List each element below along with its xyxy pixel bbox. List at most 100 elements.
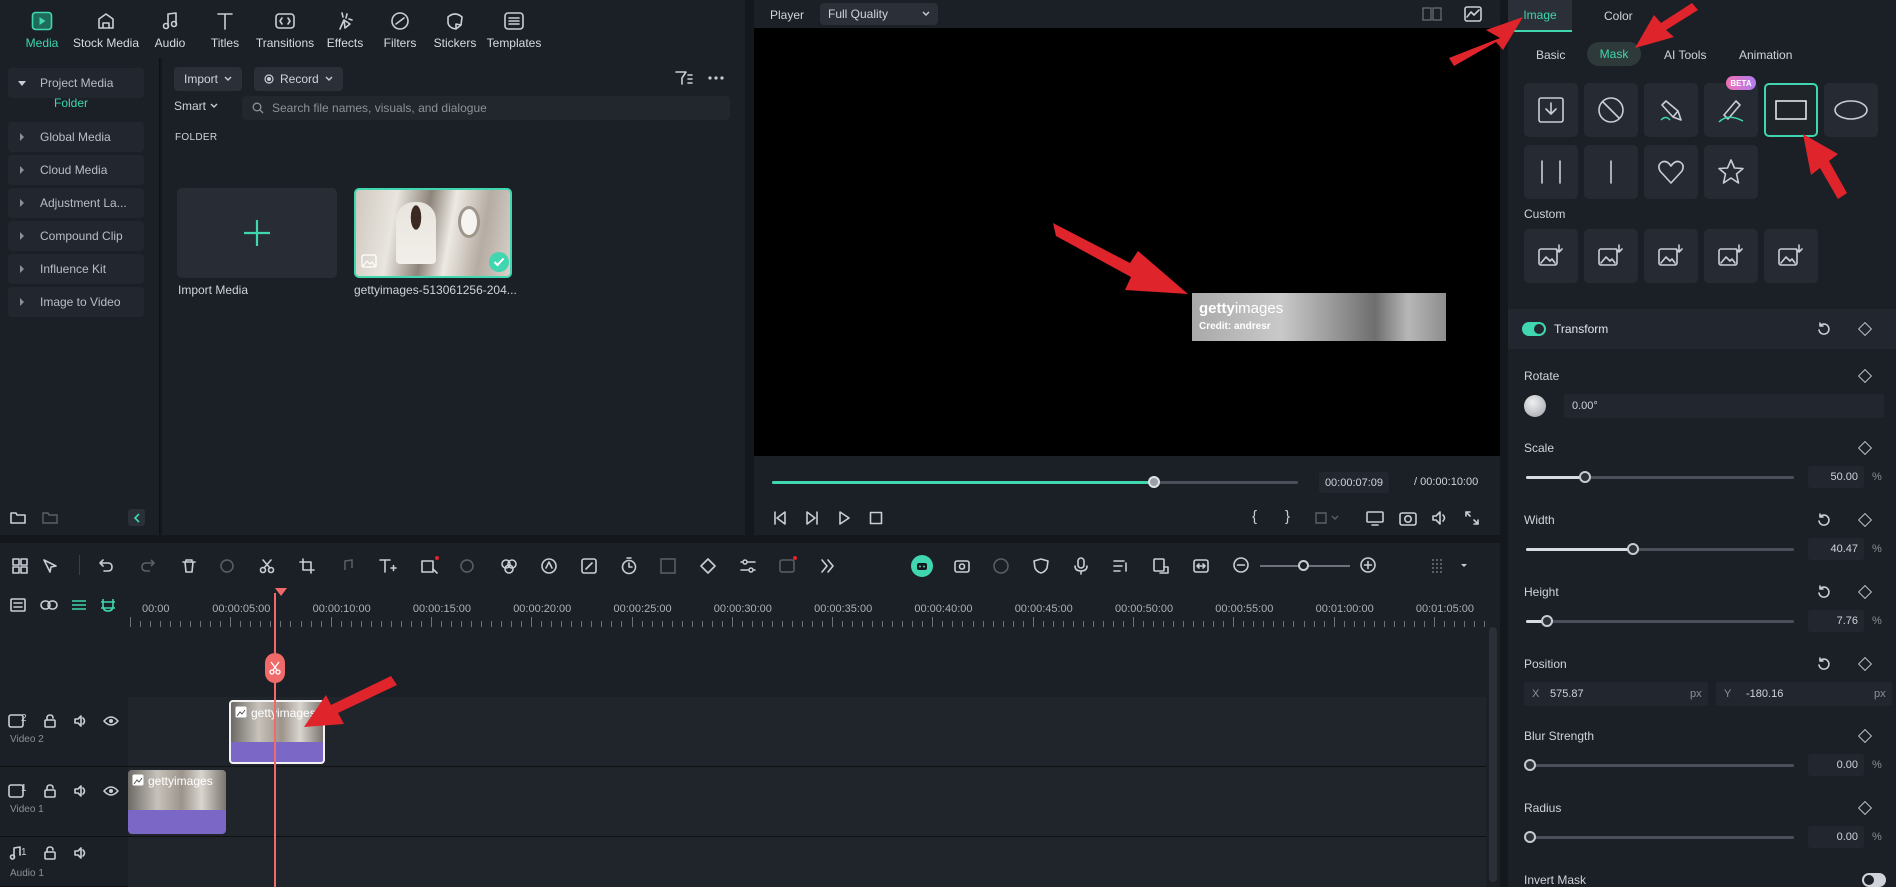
keyframe-icon[interactable] xyxy=(1857,440,1873,456)
mask-ellipse-button[interactable] xyxy=(1824,83,1878,137)
filter-icon[interactable] xyxy=(675,70,693,86)
zoom-in-icon[interactable] xyxy=(1360,557,1376,573)
scale-input[interactable]: 50.00 xyxy=(1808,466,1864,488)
media-thumbnail[interactable] xyxy=(354,188,512,278)
microphone-icon[interactable] xyxy=(1073,557,1089,575)
height-input[interactable]: 7.76 xyxy=(1808,610,1864,632)
sidebar-item-global-media[interactable]: Global Media xyxy=(8,122,144,152)
slider-knob[interactable] xyxy=(1524,831,1536,843)
zoom-slider[interactable] xyxy=(1260,560,1350,571)
speaker-icon[interactable] xyxy=(73,846,87,860)
folder-icon[interactable] xyxy=(42,510,58,524)
sidebar-item-image-to-video[interactable]: Image to Video xyxy=(8,287,144,317)
track-lane-video-2[interactable] xyxy=(128,697,1486,767)
progress-knob[interactable] xyxy=(1148,476,1161,488)
more-tools-icon[interactable] xyxy=(820,558,836,574)
blur-slider[interactable] xyxy=(1524,759,1794,771)
blur-input[interactable]: 0.00 xyxy=(1808,754,1864,776)
invert-mask-toggle[interactable] xyxy=(1862,873,1886,887)
keyframe-icon[interactable] xyxy=(1857,368,1873,384)
shape-tool-icon[interactable] xyxy=(420,556,440,574)
sidebar-item-project-media[interactable]: Project Media xyxy=(8,68,144,98)
clip-video-2[interactable]: gettyimages xyxy=(229,700,325,764)
slider-knob[interactable] xyxy=(1540,615,1553,627)
custom-mask-slot[interactable] xyxy=(1644,229,1698,283)
color-match-icon[interactable] xyxy=(500,558,518,574)
mask-pen-button[interactable] xyxy=(1644,83,1698,137)
auto-ripple-button[interactable] xyxy=(911,555,933,577)
sidebar-item-compound-clip[interactable]: Compound Clip xyxy=(8,221,144,251)
playback-progress[interactable] xyxy=(772,476,1298,488)
subtab-mask[interactable]: Mask xyxy=(1587,42,1641,66)
zoom-knob[interactable] xyxy=(1298,560,1309,571)
slider-knob[interactable] xyxy=(1627,543,1640,555)
mark-out-icon[interactable]: } xyxy=(1285,508,1290,525)
track-lane-video-1[interactable] xyxy=(128,767,1486,837)
fullscreen-icon[interactable] xyxy=(1464,510,1480,526)
reset-icon[interactable] xyxy=(1817,513,1831,527)
keyframe-icon[interactable] xyxy=(1857,656,1873,672)
keyframe-icon[interactable] xyxy=(1857,584,1873,600)
timeline-scrollbar[interactable] xyxy=(1489,627,1497,882)
subtab-ai-tools[interactable]: AI Tools xyxy=(1664,48,1706,62)
lock-icon[interactable] xyxy=(43,846,57,860)
magnet-icon[interactable] xyxy=(100,597,116,613)
tab-templates[interactable]: Templates xyxy=(479,10,549,50)
eye-icon[interactable] xyxy=(103,785,119,797)
lock-icon[interactable] xyxy=(43,714,57,728)
width-slider[interactable] xyxy=(1526,543,1794,555)
mask-heart-button[interactable] xyxy=(1644,145,1698,199)
import-dropdown[interactable]: Import xyxy=(174,67,243,91)
keyframe-tool-icon[interactable] xyxy=(699,557,717,575)
add-track-icon[interactable] xyxy=(10,598,26,612)
custom-mask-slot[interactable] xyxy=(1764,229,1818,283)
slider-knob[interactable] xyxy=(1578,471,1591,483)
more-options-icon[interactable] xyxy=(707,70,725,86)
custom-mask-slot[interactable] xyxy=(1704,229,1758,283)
snapshot-icon[interactable] xyxy=(1399,510,1417,526)
subtab-animation[interactable]: Animation xyxy=(1739,48,1792,62)
snap-icon[interactable] xyxy=(1152,557,1170,575)
crop-icon[interactable] xyxy=(299,558,315,574)
sidebar-item-adjustment-layer[interactable]: Adjustment La... xyxy=(8,188,144,218)
fit-timeline-icon[interactable] xyxy=(1192,557,1210,575)
eye-icon[interactable] xyxy=(103,715,119,727)
mask-import-button[interactable] xyxy=(1524,83,1578,137)
tab-image[interactable]: Image xyxy=(1508,0,1572,32)
timeline-ruler[interactable]: 00:00 00:00:05:00 00:00:10:00 00:00:15:00 00… xyxy=(128,587,1488,627)
track-lane-audio-1[interactable] xyxy=(128,837,1486,887)
reset-icon[interactable] xyxy=(1817,322,1831,336)
rotate-input[interactable]: 0.00° xyxy=(1564,394,1884,418)
mask-rectangle-button[interactable] xyxy=(1764,83,1818,137)
smart-dropdown[interactable]: Smart xyxy=(174,99,218,113)
stop-icon[interactable] xyxy=(868,510,884,526)
mask-single-line-button[interactable] xyxy=(1584,145,1638,199)
speaker-icon[interactable] xyxy=(73,714,87,728)
ai-tool-icon[interactable] xyxy=(580,557,598,575)
delete-icon[interactable] xyxy=(181,558,197,574)
chevron-down-icon[interactable] xyxy=(1460,563,1468,569)
text-tool-icon[interactable] xyxy=(379,558,397,574)
timer-icon[interactable] xyxy=(620,557,638,575)
volume-icon[interactable] xyxy=(1431,510,1449,526)
scope-icon[interactable] xyxy=(1464,6,1482,22)
keyframe-icon[interactable] xyxy=(1857,728,1873,744)
sidebar-item-folder[interactable]: Folder xyxy=(54,96,88,110)
split-icon[interactable] xyxy=(259,558,275,574)
radius-input[interactable]: 0.00 xyxy=(1808,826,1864,848)
mark-in-icon[interactable]: { xyxy=(1252,508,1257,525)
layout-icon[interactable] xyxy=(12,558,28,574)
reset-icon[interactable] xyxy=(1817,585,1831,599)
quality-dropdown[interactable]: Full Quality xyxy=(820,3,938,25)
next-frame-icon[interactable] xyxy=(804,510,820,526)
new-folder-icon[interactable] xyxy=(10,510,26,524)
mask-none-button[interactable] xyxy=(1584,83,1638,137)
width-input[interactable]: 40.47 xyxy=(1808,538,1864,560)
select-tool-icon[interactable] xyxy=(42,558,60,574)
render-icon[interactable] xyxy=(953,557,971,575)
import-media-tile[interactable] xyxy=(177,188,337,278)
player-preview[interactable]: gettyimages Credit: andresr xyxy=(754,28,1500,456)
current-time[interactable]: 00:00:07:09 xyxy=(1319,472,1389,493)
zoom-out-icon[interactable] xyxy=(1233,557,1249,573)
prev-frame-icon[interactable] xyxy=(772,510,788,526)
